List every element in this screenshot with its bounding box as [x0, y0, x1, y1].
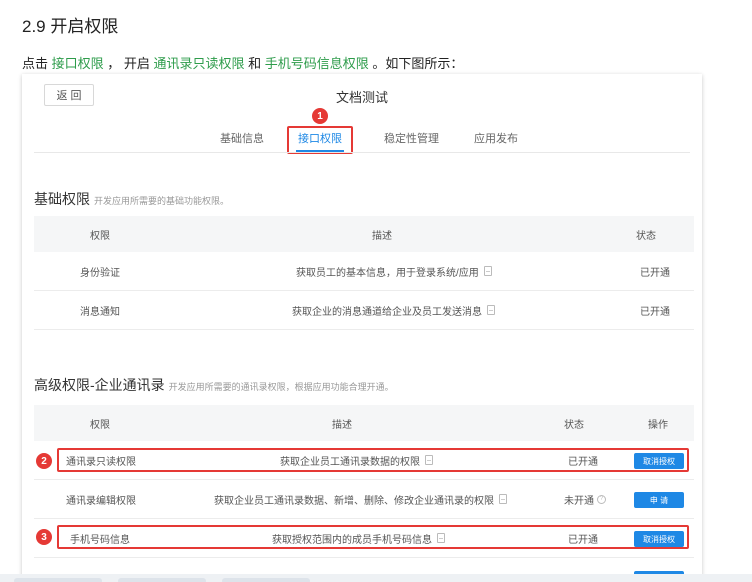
tab-bar: 基础信息 接口权限 稳定性管理 应用发布	[22, 126, 702, 154]
advanced-section-title: 高级权限-企业通讯录 开发应用所需要的通讯录权限，根据应用功能合理开通。	[34, 375, 394, 395]
table-row: 通讯录编辑权限 获取企业员工通讯录数据、新增、删除、修改企业通讯录的权限 未开通…	[34, 480, 694, 519]
strip-pill	[14, 578, 102, 582]
document-icon[interactable]	[499, 494, 507, 504]
table-row: 消息通知 获取企业的消息通道给企业及员工发送消息 已开通	[34, 291, 694, 330]
col-header-permission: 权限	[90, 230, 110, 242]
app-title: 文档测试	[335, 90, 388, 105]
advanced-subtitle: 开发应用所需要的通讯录权限，根据应用功能合理开通。	[168, 382, 394, 392]
tab-publish[interactable]: 应用发布	[474, 130, 518, 146]
col-header-action: 操作	[648, 419, 668, 431]
permission-name: 身份验证	[80, 267, 120, 279]
tabs-divider	[34, 152, 690, 153]
col-header-status: 状态	[636, 230, 656, 242]
intro-mid1: ， 开启	[103, 56, 154, 71]
col-header-description: 描述	[372, 230, 392, 242]
basic-permission-table: 权限 描述 状态 身份验证 获取员工的基本信息，用于登录系统/应用 已开通 消息…	[34, 216, 694, 330]
basic-section-title: 基础权限 开发应用所需要的基础功能权限。	[34, 189, 229, 209]
tab-basic-info[interactable]: 基础信息	[220, 130, 264, 146]
row-highlight-box-phone-info	[57, 525, 689, 549]
permission-desc: 获取企业员工通讯录数据、新增、删除、修改企业通讯录的权限	[214, 480, 507, 518]
step-badge-1: 1	[312, 108, 328, 124]
permission-desc-text: 获取员工的基本信息，用于登录系统/应用	[296, 267, 479, 279]
intro-link-contacts-readonly[interactable]: 通讯录只读权限	[153, 56, 244, 71]
apply-button[interactable]: 申 请	[634, 492, 684, 508]
permission-desc-text: 获取企业的消息通道给企业及员工发送消息	[292, 306, 482, 318]
permission-name: 通讯录编辑权限	[66, 495, 136, 507]
permission-desc: 获取企业的消息通道给企业及员工发送消息	[292, 291, 495, 329]
table-header: 权限 描述 状态	[34, 216, 694, 252]
permission-status: 已开通	[640, 267, 670, 279]
advanced-title: 高级权限-企业通讯录	[34, 377, 165, 393]
doc-intro: 点击 接口权限 ， 开启 通讯录只读权限 和 手机号码信息权限 。如下图所示：	[22, 53, 463, 72]
doc-heading: 2.9 开启权限	[22, 17, 119, 36]
permission-desc: 获取员工的基本信息，用于登录系统/应用	[296, 252, 492, 290]
intro-suffix: 。如下图所示：	[368, 56, 464, 71]
basic-title: 基础权限	[34, 191, 90, 207]
table-row: 身份验证 获取员工的基本信息，用于登录系统/应用 已开通	[34, 252, 694, 291]
table-header: 权限 描述 状态 操作	[34, 405, 694, 441]
basic-subtitle: 开发应用所需要的基础功能权限。	[94, 196, 230, 206]
document-icon[interactable]	[487, 305, 495, 315]
tab-highlight-box	[287, 126, 353, 154]
bottom-scroll-strip	[0, 574, 752, 582]
intro-prefix: 点击	[22, 56, 52, 71]
permission-desc-text: 获取企业员工通讯录数据、新增、删除、修改企业通讯录的权限	[214, 495, 494, 507]
info-icon[interactable]: ?	[597, 494, 606, 504]
permission-status-text: 未开通	[564, 495, 594, 507]
strip-pill	[222, 578, 310, 582]
intro-mid2: 和	[244, 56, 265, 71]
step-badge-3: 3	[36, 529, 52, 545]
permission-name: 消息通知	[80, 306, 120, 318]
tab-stability[interactable]: 稳定性管理	[384, 130, 439, 146]
col-header-permission: 权限	[90, 419, 110, 431]
permission-status: 未开通?	[564, 480, 606, 518]
step-badge-2: 2	[36, 453, 52, 469]
col-header-status: 状态	[564, 419, 584, 431]
document-icon[interactable]	[483, 266, 492, 276]
permission-status: 已开通	[640, 306, 670, 318]
row-highlight-box-contacts-readonly	[57, 448, 689, 472]
intro-link-phone-info[interactable]: 手机号码信息权限	[265, 56, 369, 71]
intro-link-interface-permission[interactable]: 接口权限	[52, 56, 104, 71]
col-header-description: 描述	[332, 419, 352, 431]
strip-pill	[118, 578, 206, 582]
embedded-screenshot: 返 回 文档测试 1 基础信息 接口权限 稳定性管理 应用发布 基础权限 开发应用…	[22, 74, 702, 582]
